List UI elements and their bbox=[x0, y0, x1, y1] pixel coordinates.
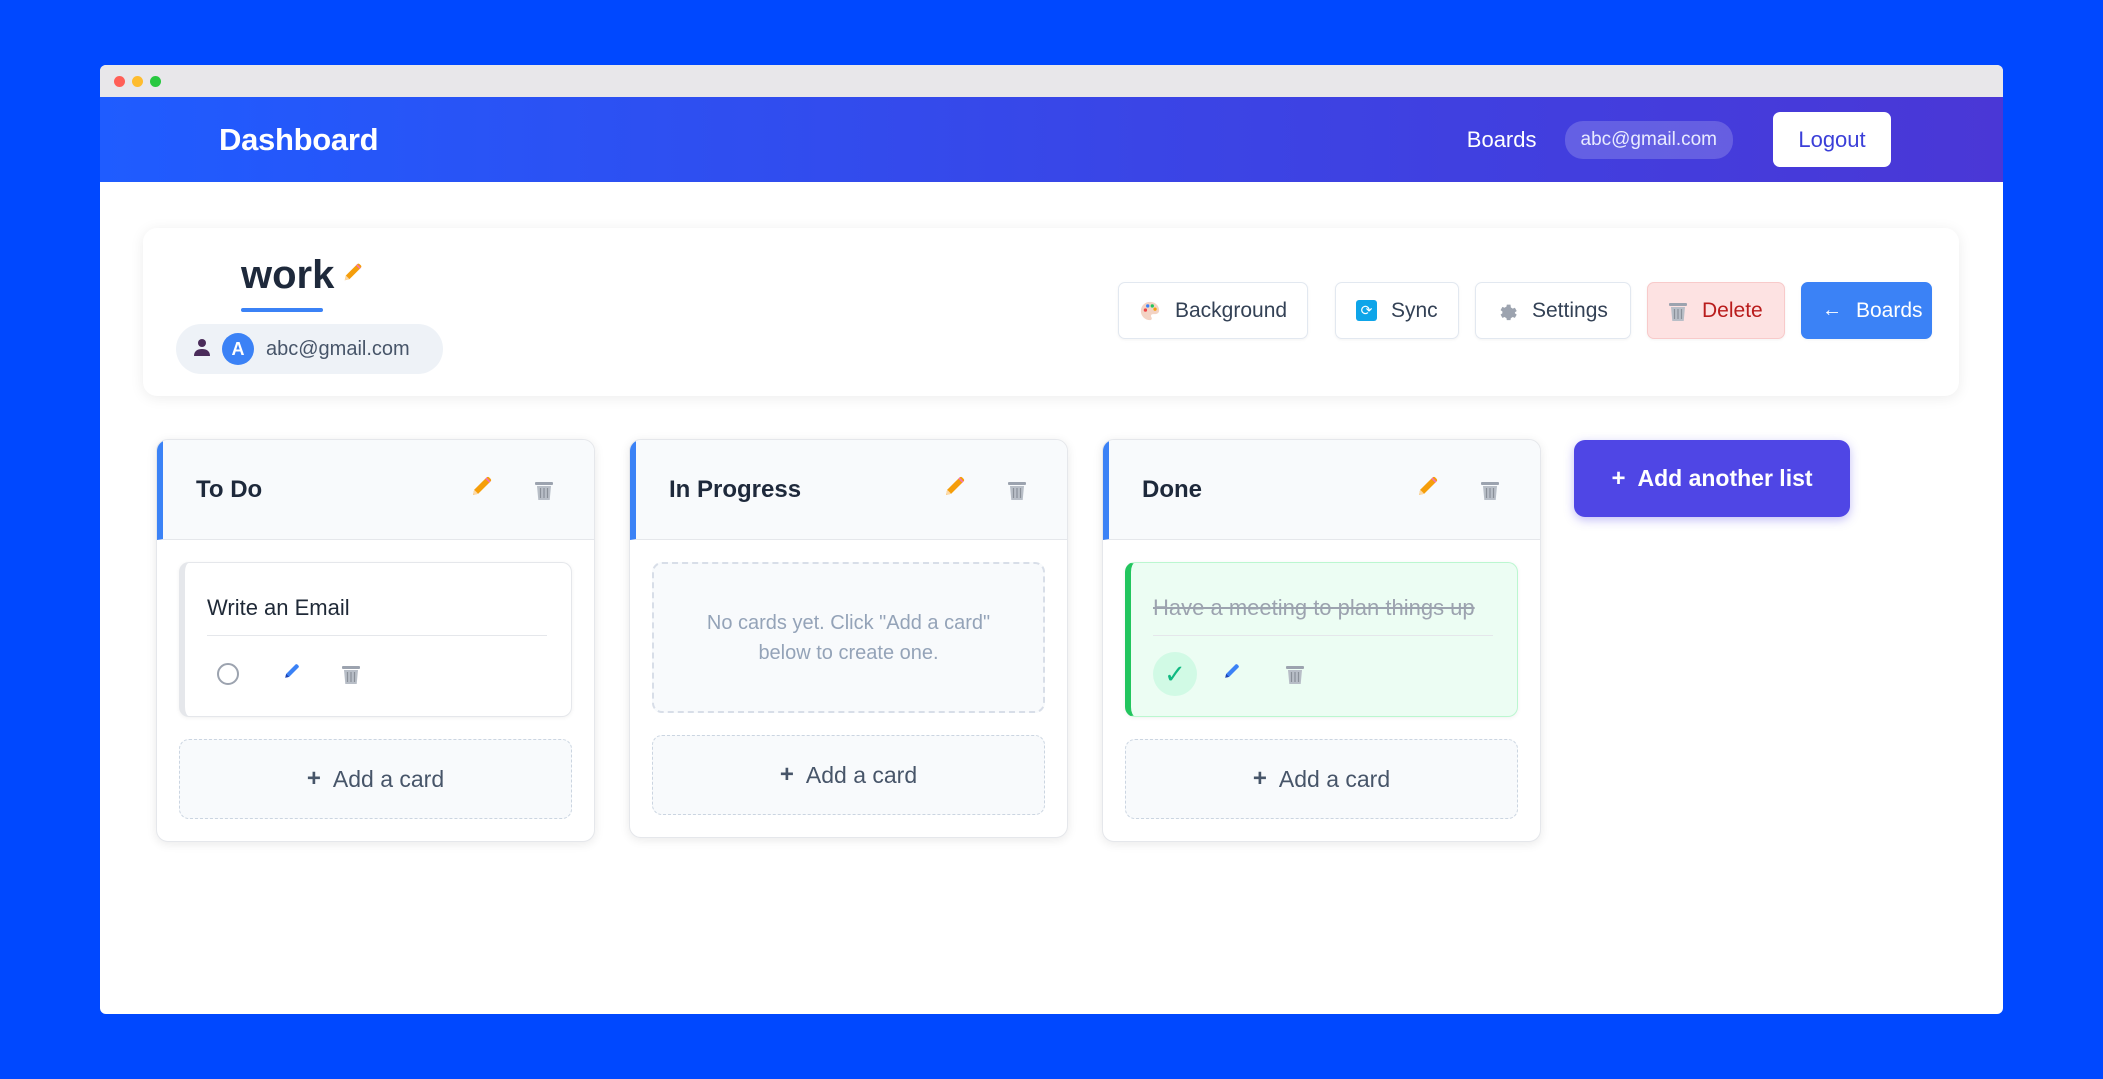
add-card-button[interactable]: + Add a card bbox=[1125, 739, 1518, 819]
list-header: In Progress bbox=[630, 440, 1067, 540]
arrow-left-icon: ← bbox=[1822, 299, 1842, 321]
list-body: Have a meeting to plan things up ✓ + Add… bbox=[1103, 540, 1540, 841]
delete-list-icon[interactable] bbox=[534, 479, 554, 501]
background-button-label: Background bbox=[1175, 298, 1288, 322]
owner-avatar: A bbox=[222, 333, 254, 365]
sync-icon: ⟳ bbox=[1356, 300, 1377, 321]
window-chrome bbox=[100, 65, 2003, 97]
add-card-label: Add a card bbox=[805, 761, 918, 788]
close-window-dot[interactable] bbox=[114, 75, 125, 87]
board-title: work bbox=[241, 253, 364, 298]
card-actions bbox=[207, 652, 547, 696]
card-text: Have a meeting to plan things up bbox=[1153, 595, 1475, 620]
board-owner-chip: A abc@gmail.com bbox=[176, 324, 443, 374]
navbar-right: Boards abc@gmail.com Logout bbox=[1467, 112, 1891, 167]
back-to-boards-button[interactable]: ← Boards bbox=[1801, 282, 1932, 339]
edit-list-icon[interactable] bbox=[943, 474, 967, 505]
boards-button-label: Boards bbox=[1856, 298, 1923, 322]
plus-icon: + bbox=[1252, 765, 1267, 792]
user-email-badge: abc@gmail.com bbox=[1564, 120, 1733, 159]
list-title[interactable]: Done bbox=[1142, 476, 1202, 504]
sync-button[interactable]: ⟳ Sync bbox=[1335, 282, 1459, 339]
browser-window: Dashboard Boards abc@gmail.com Logout wo… bbox=[100, 65, 2003, 1014]
add-card-label: Add a card bbox=[1278, 765, 1391, 792]
list-in-progress: In Progress No cards yet. Click "Add a c… bbox=[629, 439, 1068, 838]
edit-list-icon[interactable] bbox=[1416, 474, 1440, 505]
minimize-window-dot[interactable] bbox=[132, 75, 143, 87]
delete-card-icon[interactable] bbox=[1285, 663, 1305, 685]
edit-board-name-icon[interactable] bbox=[342, 261, 364, 290]
delete-button-label: Delete bbox=[1702, 298, 1763, 322]
palette-icon bbox=[1139, 300, 1161, 322]
board-header: work A abc@gmail.com Background ⟳ Sync S… bbox=[143, 228, 1959, 396]
add-card-label: Add a card bbox=[332, 765, 445, 792]
add-card-button[interactable]: + Add a card bbox=[179, 739, 572, 819]
maximize-window-dot[interactable] bbox=[150, 75, 161, 87]
edit-card-icon[interactable] bbox=[283, 662, 301, 686]
list-body: No cards yet. Click "Add a card" below t… bbox=[630, 540, 1067, 837]
top-navbar: Dashboard Boards abc@gmail.com Logout bbox=[100, 97, 2003, 182]
plus-icon: + bbox=[306, 765, 321, 792]
plus-icon: + bbox=[1611, 464, 1626, 492]
card-divider bbox=[207, 635, 547, 636]
list-header: Done bbox=[1103, 440, 1540, 540]
brand-title[interactable]: Dashboard bbox=[219, 122, 379, 158]
delete-board-button[interactable]: Delete bbox=[1647, 282, 1785, 339]
card-text: Write an Email bbox=[207, 595, 350, 620]
list-header: To Do bbox=[157, 440, 594, 540]
add-another-list-button[interactable]: + Add another list bbox=[1574, 440, 1850, 517]
card-actions: ✓ bbox=[1153, 652, 1493, 696]
list-title[interactable]: In Progress bbox=[669, 476, 801, 504]
logout-button[interactable]: Logout bbox=[1773, 112, 1891, 167]
complete-toggle-icon[interactable] bbox=[217, 663, 239, 685]
trash-icon bbox=[1668, 300, 1688, 322]
list-body: Write an Email + Add a card bbox=[157, 540, 594, 841]
add-card-button[interactable]: + Add a card bbox=[652, 735, 1045, 815]
sync-button-label: Sync bbox=[1391, 298, 1438, 322]
delete-card-icon[interactable] bbox=[341, 663, 361, 685]
board-name[interactable]: work bbox=[241, 253, 334, 298]
edit-card-icon[interactable] bbox=[1223, 662, 1241, 686]
owner-email: abc@gmail.com bbox=[266, 337, 410, 360]
settings-button-label: Settings bbox=[1532, 298, 1608, 322]
delete-list-icon[interactable] bbox=[1007, 479, 1027, 501]
edit-list-icon[interactable] bbox=[470, 474, 494, 505]
list-done: Done Have a meeting to plan things up ✓ bbox=[1102, 439, 1541, 842]
gear-icon bbox=[1496, 300, 1518, 322]
empty-list-message: No cards yet. Click "Add a card" below t… bbox=[652, 562, 1045, 713]
add-list-label: Add another list bbox=[1637, 465, 1813, 491]
person-icon bbox=[194, 338, 210, 361]
delete-list-icon[interactable] bbox=[1480, 479, 1500, 501]
card[interactable]: Write an Email bbox=[179, 562, 572, 717]
list-title[interactable]: To Do bbox=[196, 476, 262, 504]
completed-check-icon[interactable]: ✓ bbox=[1153, 652, 1197, 696]
card-divider bbox=[1153, 635, 1493, 636]
card-completed[interactable]: Have a meeting to plan things up ✓ bbox=[1125, 562, 1518, 717]
plus-icon: + bbox=[779, 761, 794, 788]
background-button[interactable]: Background bbox=[1118, 282, 1308, 339]
title-underline bbox=[241, 308, 323, 312]
boards-nav-link[interactable]: Boards bbox=[1467, 127, 1537, 153]
settings-button[interactable]: Settings bbox=[1475, 282, 1631, 339]
list-todo: To Do Write an Email + Add a card bbox=[156, 439, 595, 842]
